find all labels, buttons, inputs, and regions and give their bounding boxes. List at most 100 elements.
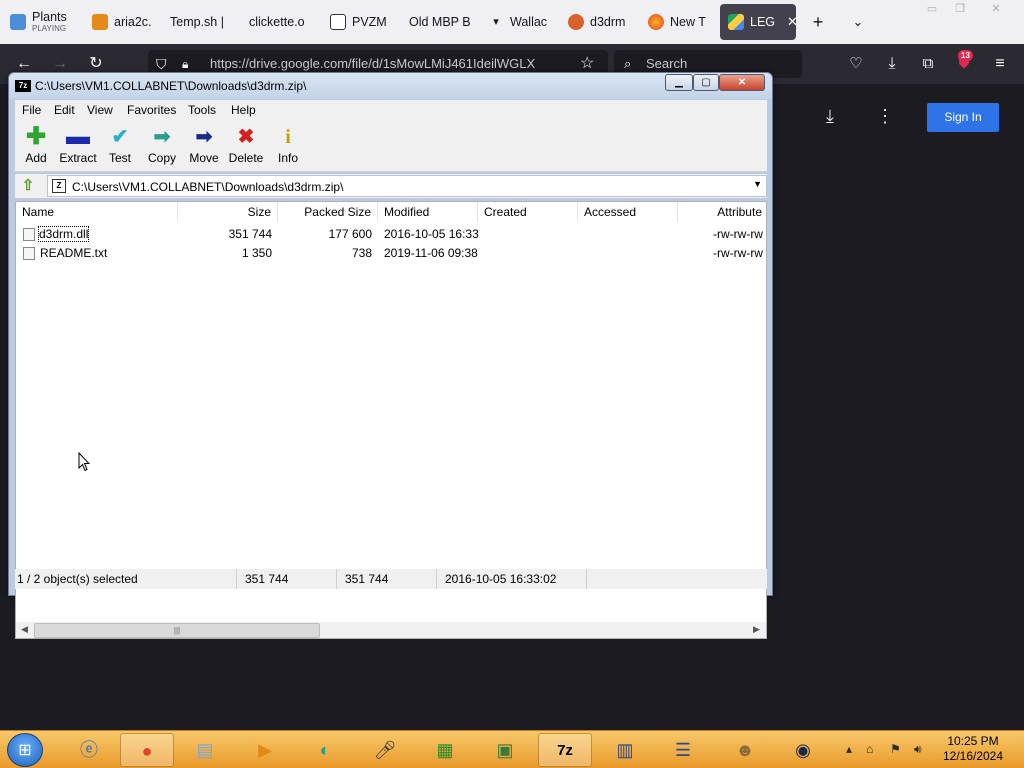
close-icon[interactable]: ✕ <box>719 74 765 91</box>
column-modified[interactable]: Modified <box>378 202 478 222</box>
downloads-icon[interactable]: ⤓ <box>880 52 904 76</box>
menu-favorites[interactable]: Favorites <box>127 103 176 117</box>
tab-clickette[interactable]: clickette.o <box>241 4 317 40</box>
sevenzip-taskbar-icon[interactable]: 7z <box>538 733 592 767</box>
column-name[interactable]: Name <box>16 202 178 222</box>
minimize-icon[interactable]: ▁ <box>665 74 693 91</box>
column-attributes[interactable]: Attribute <box>678 202 766 222</box>
binary-icon <box>330 14 346 30</box>
windows-logo-icon: ⊞ <box>18 742 32 759</box>
microphone-icon[interactable]: 🎤︎ <box>358 733 412 767</box>
info-button[interactable]: i Info <box>267 126 309 165</box>
firefox-icon[interactable]: ● <box>120 733 174 767</box>
steam-icon[interactable]: ◉ <box>776 733 830 767</box>
table-row[interactable]: README.txt 1 350 738 2019-11-06 09:38 -r… <box>16 244 766 263</box>
file-packed-size: 177 600 <box>328 227 372 241</box>
close-tab-icon[interactable]: ✕ <box>787 14 796 30</box>
scroll-right-arrow-icon[interactable]: ▶ <box>753 624 760 635</box>
path-field[interactable]: Z C:\Users\VM1.COLLABNET\Downloads\d3drm… <box>47 175 767 197</box>
clock-time: 10:25 PM <box>947 734 999 748</box>
scrollbar-thumb[interactable]: ||| <box>34 623 320 638</box>
file-modified: 2016-10-05 16:33 <box>384 227 479 241</box>
mouse-cursor-icon <box>78 452 90 472</box>
status-selection: 1 / 2 object(s) selected <box>15 569 237 589</box>
new-tab-button[interactable]: + <box>806 10 830 34</box>
volume-icon[interactable]: 🔊︎ <box>914 742 922 757</box>
info-label: Info <box>277 151 298 165</box>
dll-file-icon <box>23 228 35 241</box>
download-icon[interactable]: ⤓ <box>826 106 834 127</box>
file-packed-size: 738 <box>351 246 372 260</box>
tab-wallace[interactable]: ▾ Wallac <box>480 4 556 40</box>
tab-leg-active[interactable]: LEG ✕ <box>720 4 796 40</box>
horizontal-scrollbar[interactable]: ◀ ||| ▶ <box>16 622 766 638</box>
tab-old-mbp[interactable]: Old MBP B <box>401 4 477 40</box>
tab-aria2c[interactable]: aria2c. <box>84 4 160 40</box>
add-button[interactable]: ✚ Add <box>15 125 57 166</box>
computer-management-icon[interactable]: ▥ <box>598 733 652 767</box>
path-text: C:\Users\VM1.COLLABNET\Downloads\d3drm.z… <box>72 180 344 194</box>
tab-label: Old MBP B <box>409 15 471 29</box>
menu-edit[interactable]: Edit <box>54 103 75 117</box>
clock-date: 12/16/2024 <box>942 749 1004 763</box>
folder-up-icon[interactable]: ⇧ <box>19 177 37 195</box>
tab-label: clickette.o <box>249 15 305 29</box>
tab-d3drm[interactable]: d3drm <box>560 4 636 40</box>
dropdown-arrow-icon[interactable]: ▼ <box>753 179 762 189</box>
copy-button[interactable]: ➡ Copy <box>141 126 183 165</box>
sevenzip-title-bar[interactable]: 7z C:\Users\VM1.COLLABNET\Downloads\d3dr… <box>9 73 772 99</box>
file-name: d3drm.dll <box>37 226 90 242</box>
menu-tools[interactable]: Tools <box>188 103 216 117</box>
action-center-flag-icon[interactable]: ⚑ <box>890 742 901 756</box>
network-tray-icon[interactable]: ⌂ <box>866 742 873 756</box>
restore-window-icon[interactable]: ❐ <box>950 2 970 16</box>
delete-button[interactable]: ✖ Delete <box>225 126 267 165</box>
tab-pvzm[interactable]: PVZM <box>322 4 398 40</box>
file-explorer-icon[interactable]: ▤ <box>178 733 232 767</box>
file-attributes: -rw-rw-rw <box>713 227 763 241</box>
drive-icon <box>728 14 744 30</box>
start-button[interactable]: ⊞ <box>7 733 43 767</box>
show-hidden-icons-chevron-icon[interactable]: ▴ <box>846 742 852 756</box>
menu-view[interactable]: View <box>87 103 113 117</box>
browser-tab-bar: Plants PLAYING aria2c. Temp.sh | clickett… <box>0 0 1024 44</box>
tab-plants[interactable]: Plants PLAYING <box>2 4 82 40</box>
hamburger-menu-icon[interactable]: ≡ <box>988 52 1012 76</box>
test-label: Test <box>108 151 131 165</box>
list-app-icon[interactable]: ☰ <box>656 733 710 767</box>
tab-playing-label: PLAYING <box>32 24 67 33</box>
network-icon[interactable]: ▣ <box>478 733 532 767</box>
menu-file[interactable]: File <box>22 103 41 117</box>
list-tabs-chevron-icon[interactable]: ⌄ <box>846 10 870 34</box>
extract-button[interactable]: ▬ Extract <box>57 125 99 166</box>
tab-temp-sh[interactable]: Temp.sh | <box>162 4 238 40</box>
column-created[interactable]: Created <box>478 202 578 222</box>
window-title: C:\Users\VM1.COLLABNET\Downloads\d3drm.z… <box>35 79 307 93</box>
menu-help[interactable]: Help <box>231 103 256 117</box>
tab-new-tab[interactable]: New T <box>640 4 716 40</box>
copy-label: Copy <box>147 151 176 165</box>
extract-label: Extract <box>59 151 97 165</box>
more-options-icon[interactable]: ⋮ <box>876 106 894 127</box>
column-size[interactable]: Size <box>178 202 278 222</box>
column-accessed[interactable]: Accessed <box>578 202 678 222</box>
table-row[interactable]: d3drm.dll 351 744 177 600 2016-10-05 16:… <box>16 225 766 244</box>
tab-label: Plants <box>32 10 67 24</box>
edge-icon[interactable]: ◐ <box>298 733 352 767</box>
maximize-icon[interactable]: ▢ <box>693 74 719 91</box>
status-size: 351 744 <box>237 569 337 589</box>
clock[interactable]: 10:25 PM 12/16/2024 <box>940 734 1006 764</box>
minimize-window-icon[interactable]: ▭ <box>922 2 942 16</box>
move-button[interactable]: ➡ Move <box>183 126 225 165</box>
media-player-icon[interactable]: ▶ <box>238 733 292 767</box>
character-app-icon[interactable]: ☻ <box>718 733 772 767</box>
internet-explorer-icon[interactable]: ⓔ <box>62 733 116 767</box>
test-button[interactable]: ✔ Test <box>99 126 141 165</box>
sign-in-button[interactable]: Sign In <box>927 103 999 132</box>
notepad-icon[interactable]: ▦ <box>418 733 472 767</box>
column-packed-size[interactable]: Packed Size <box>278 202 378 222</box>
close-window-icon[interactable]: ✕ <box>986 2 1006 16</box>
extensions-puzzle-icon[interactable]: ⧉ <box>916 52 940 76</box>
pocket-icon[interactable]: ♡ <box>844 52 868 76</box>
scroll-left-arrow-icon[interactable]: ◀ <box>21 624 28 635</box>
